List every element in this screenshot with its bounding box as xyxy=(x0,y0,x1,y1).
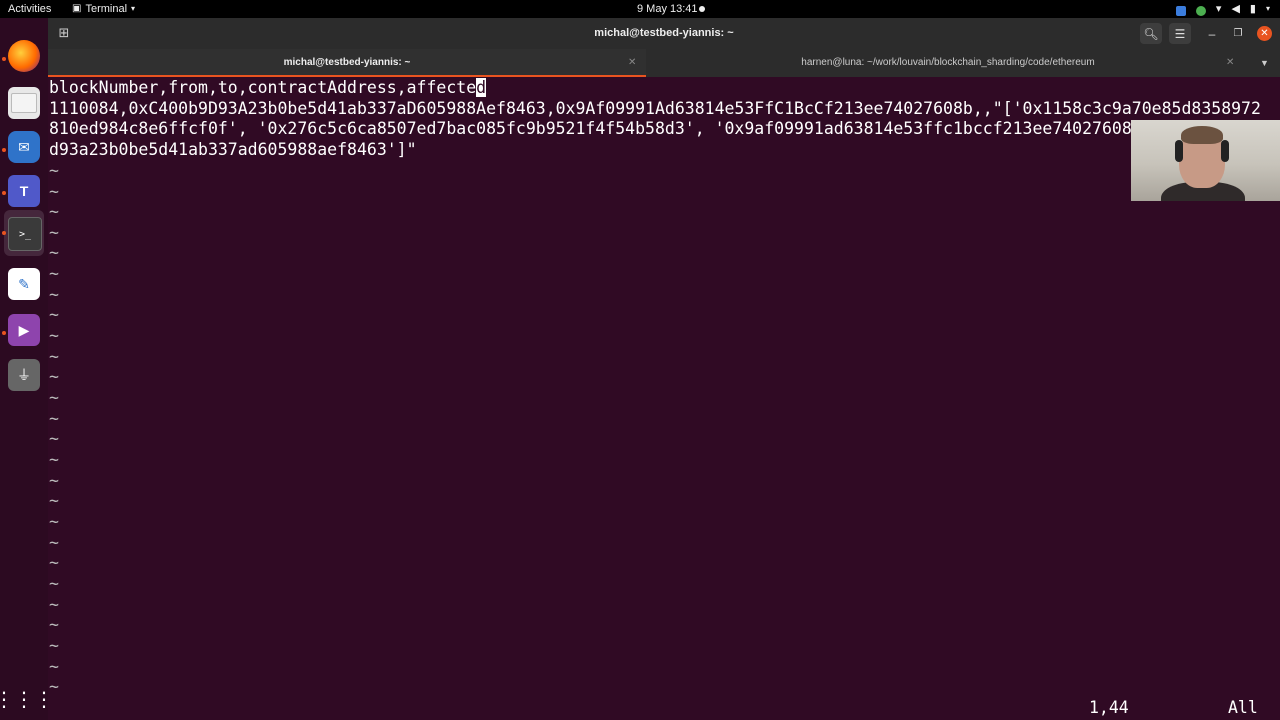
person-hair xyxy=(1181,126,1223,144)
empty-line-tilde: ~ xyxy=(49,491,59,510)
chevron-down-icon: ▾ xyxy=(131,4,136,13)
buffer-line-1: blockNumber,from,to,contractAddress,affe… xyxy=(49,77,487,98)
activities-button[interactable]: Activities xyxy=(8,0,51,18)
tab-label: michal@testbed-yiannis: ~ xyxy=(283,57,411,68)
app-menu-label: Terminal xyxy=(85,3,128,15)
empty-line-tilde: ~ xyxy=(49,367,59,386)
headphone-right xyxy=(1221,140,1229,162)
empty-line-tilde: ~ xyxy=(49,471,59,490)
hamburger-menu-button[interactable]: ☰ xyxy=(1169,23,1191,44)
close-tab-icon[interactable]: ✕ xyxy=(1226,49,1234,77)
volume-icon[interactable]: ◀ xyxy=(1231,0,1239,18)
running-indicator xyxy=(2,231,6,235)
dock: ✉ T >_ ✎ ▶ ⏚ ⋮⋮⋮ xyxy=(0,18,54,720)
cursor-position-status: 1,44 xyxy=(1089,698,1129,717)
notification-dot-icon xyxy=(699,6,705,12)
chrome-tray-icon[interactable] xyxy=(1175,6,1186,16)
empty-line-tilde: ~ xyxy=(49,677,59,696)
empty-line-tilde: ~ xyxy=(49,409,59,428)
wifi-icon[interactable]: ▾ xyxy=(1216,0,1222,18)
tab-harnen-luna[interactable]: harnen@luna: ~/work/louvain/blockchain_s… xyxy=(646,49,1250,77)
system-tray[interactable]: ▾ ◀ ▮ ▾ xyxy=(1175,0,1270,18)
teams-icon[interactable]: T xyxy=(8,175,40,207)
text-editor-icon[interactable]: ✎ xyxy=(8,268,40,300)
buffer-line-3: 810ed984c8e6ffcf0f', '0x276c5c6ca8507ed7… xyxy=(49,119,1132,138)
battery-icon[interactable]: ▮ xyxy=(1250,0,1256,18)
status-tray-icon[interactable] xyxy=(1195,6,1206,16)
empty-line-tilde: ~ xyxy=(49,595,59,614)
close-window-button[interactable]: ✕ xyxy=(1257,26,1272,41)
webcam-overlay xyxy=(1131,120,1280,201)
window-title: michal@testbed-yiannis: ~ xyxy=(594,27,734,39)
text-cursor: d xyxy=(476,78,487,97)
empty-line-tilde: ~ xyxy=(49,429,59,448)
chevron-down-icon[interactable]: ▾ xyxy=(1266,0,1270,18)
empty-line-tilde: ~ xyxy=(49,161,59,180)
buffer-line-2: 1110084,0xC400b9D93A23b0be5d41ab337aD605… xyxy=(49,99,1261,118)
firefox-icon[interactable] xyxy=(8,40,40,72)
terminal-view[interactable]: blockNumber,from,to,contractAddress,affe… xyxy=(48,77,1280,720)
empty-line-tilde: ~ xyxy=(49,574,59,593)
close-tab-icon[interactable]: ✕ xyxy=(628,49,636,76)
line-text: blockNumber,from,to,contractAddress,affe… xyxy=(49,78,477,97)
window-titlebar[interactable]: ⊞ michal@testbed-yiannis: ~ 🔍︎ ☰ – ❐ ✕ xyxy=(48,18,1280,49)
empty-line-tilde: ~ xyxy=(49,636,59,655)
mail-icon[interactable]: ✉ xyxy=(8,131,40,163)
empty-line-tilde: ~ xyxy=(49,223,59,242)
empty-line-tilde: ~ xyxy=(49,615,59,634)
empty-line-tilde: ~ xyxy=(49,450,59,469)
headphone-left xyxy=(1175,140,1183,162)
new-tab-button[interactable]: ⊞ xyxy=(53,22,75,44)
running-indicator xyxy=(2,331,6,335)
usb-drive-icon[interactable]: ⏚ xyxy=(8,359,40,391)
tab-bar: michal@testbed-yiannis: ~ ✕ harnen@luna:… xyxy=(48,49,1280,78)
tab-michal-testbed[interactable]: michal@testbed-yiannis: ~ ✕ xyxy=(48,49,646,77)
running-indicator xyxy=(2,191,6,195)
tabs-dropdown-icon[interactable]: ▼ xyxy=(1260,49,1269,77)
video-player-icon[interactable]: ▶ xyxy=(8,314,40,346)
top-bar: Activities ▣ Terminal ▾ 9 May 13:41 ▾ ◀ … xyxy=(0,0,1280,18)
buffer-line-4: d93a23b0be5d41ab337ad605988aef8463']" xyxy=(49,140,417,159)
empty-line-tilde: ~ xyxy=(49,326,59,345)
empty-line-tilde: ~ xyxy=(49,553,59,572)
clock[interactable]: 9 May 13:41 xyxy=(637,0,698,18)
empty-line-tilde: ~ xyxy=(49,305,59,324)
empty-line-tilde: ~ xyxy=(49,512,59,531)
empty-line-tilde: ~ xyxy=(49,388,59,407)
empty-line-tilde: ~ xyxy=(49,182,59,201)
terminal-app-icon: ▣ xyxy=(72,3,82,14)
tab-label: harnen@luna: ~/work/louvain/blockchain_s… xyxy=(801,57,1095,68)
empty-line-tilde: ~ xyxy=(49,285,59,304)
empty-line-tilde: ~ xyxy=(49,243,59,262)
empty-line-tilde: ~ xyxy=(49,202,59,221)
running-indicator xyxy=(2,57,6,61)
empty-line-tilde: ~ xyxy=(49,264,59,283)
minimize-button[interactable]: – xyxy=(1204,23,1220,44)
scroll-position-status: All xyxy=(1228,698,1258,717)
terminal-icon[interactable]: >_ xyxy=(8,217,42,251)
restore-button[interactable]: ❐ xyxy=(1230,23,1246,44)
files-icon[interactable] xyxy=(8,87,40,119)
empty-line-tilde: ~ xyxy=(49,657,59,676)
empty-line-tilde: ~ xyxy=(49,347,59,366)
app-menu[interactable]: ▣ Terminal ▾ xyxy=(72,0,135,18)
empty-line-tilde: ~ xyxy=(49,533,59,552)
show-applications-icon[interactable]: ⋮⋮⋮ xyxy=(0,683,54,715)
running-indicator xyxy=(2,148,6,152)
search-button[interactable]: 🔍︎ xyxy=(1140,23,1162,44)
